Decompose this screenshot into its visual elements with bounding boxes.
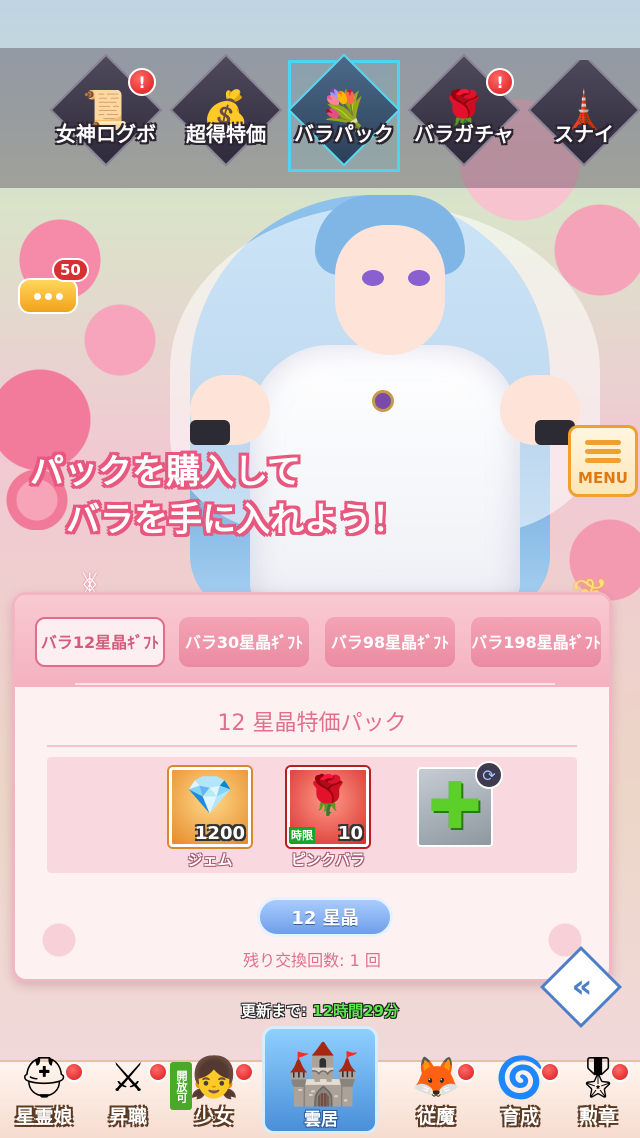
tab-rose-gacha[interactable]: 🌹 バラガチャ ! bbox=[407, 53, 521, 184]
chat-bubble-icon bbox=[18, 278, 78, 314]
character-eye-right bbox=[408, 270, 430, 286]
plus-icon: ✚ bbox=[428, 770, 482, 844]
portal-icon: 🌀 bbox=[495, 1055, 545, 1101]
pack-tab-98[interactable]: バラ98星晶ｷﾞﾌﾄ bbox=[325, 617, 455, 667]
character-brooch bbox=[372, 390, 394, 412]
nav-label: 勲章 bbox=[578, 1106, 617, 1128]
item-name: ジェム bbox=[187, 851, 233, 869]
nav-label: 昇職 bbox=[108, 1106, 147, 1128]
item-gem[interactable]: 💎 1200 ジェム bbox=[169, 767, 251, 869]
nav-promotion[interactable]: ⚔ 昇職 bbox=[90, 1044, 168, 1138]
promo-line-2: バラを手に入れよう！ bbox=[66, 500, 406, 540]
limited-time-tag: 時限 bbox=[289, 827, 315, 843]
chat-count-badge: 50 bbox=[52, 258, 89, 282]
fox-mask-icon: 🦊 bbox=[411, 1055, 461, 1101]
character-face bbox=[335, 225, 445, 355]
tab-label: バラパック bbox=[294, 122, 394, 146]
pink-rose-icon: 🌹 bbox=[304, 773, 352, 817]
remaining-exchanges: 残り交換回数: 1 回 bbox=[243, 951, 381, 970]
timer-value: 12時間29分 bbox=[312, 1002, 399, 1020]
alert-icon: ! bbox=[128, 68, 156, 96]
castle-icon: 🏰 bbox=[285, 1039, 361, 1109]
alert-icon bbox=[540, 1062, 560, 1082]
item-name: ピンクバラ bbox=[290, 851, 366, 869]
nav-familiar[interactable]: 🦊 従魔 bbox=[398, 1044, 476, 1138]
pack-panel: バラ12星晶ｷﾞﾌﾄ バラ30星晶ｷﾞﾌﾄ バラ98星晶ｷﾞﾌﾄ バラ198星晶… bbox=[12, 592, 612, 982]
tab-label: 超得特価 bbox=[186, 122, 266, 146]
nav-label: 星霊娘 bbox=[15, 1106, 73, 1128]
nav-label: 従魔 bbox=[416, 1106, 455, 1128]
nav-girl[interactable]: 👧 少女 bbox=[176, 1044, 254, 1138]
promo-banner: パックを購入して バラを手に入れよう！ bbox=[30, 448, 430, 544]
pack-tabs-header: バラ12星晶ｷﾞﾌﾄ バラ30星晶ｷﾞﾌﾄ バラ98星晶ｷﾞﾌﾄ バラ198星晶… bbox=[15, 595, 609, 687]
nav-medal[interactable]: 🎖 勲章 bbox=[560, 1044, 636, 1138]
nav-home-castle[interactable]: 🏰 雲居 bbox=[262, 1026, 378, 1134]
nav-label: 少女 bbox=[194, 1106, 233, 1128]
pack-tab-198[interactable]: バラ198星晶ｷﾞﾌﾄ bbox=[471, 617, 601, 667]
alert-icon bbox=[234, 1062, 254, 1082]
gem-icon: 💎 bbox=[186, 773, 234, 817]
character-glove-left bbox=[190, 420, 230, 445]
tab-label: スナイ bbox=[554, 122, 614, 146]
alert-icon bbox=[148, 1062, 168, 1082]
tab-sniper[interactable]: 🗼 スナイ bbox=[528, 60, 640, 184]
alert-icon: ! bbox=[486, 68, 514, 96]
tab-label: 女神ログボ bbox=[56, 122, 156, 146]
alert-icon bbox=[610, 1062, 630, 1082]
hamburger-icon bbox=[585, 436, 621, 467]
pack-items-row: 💎 1200 ジェム 🌹 時限 10 ピンクバラ ✚ ⟳ bbox=[47, 757, 577, 873]
tab-label: バラガチャ bbox=[414, 122, 514, 146]
tab-rose-pack[interactable]: 💐 バラパック bbox=[287, 53, 401, 184]
item-quantity: 10 bbox=[337, 823, 363, 844]
crossed-swords-icon: ⚔ bbox=[110, 1055, 146, 1101]
pack-tab-30[interactable]: バラ30星晶ｷﾞﾌﾄ bbox=[179, 617, 309, 667]
nav-training[interactable]: 🌀 育成 bbox=[482, 1044, 560, 1138]
timer-label: 更新まで: bbox=[241, 1002, 307, 1020]
pack-tab-12[interactable]: バラ12星晶ｷﾞﾌﾄ bbox=[35, 617, 165, 667]
item-pink-rose[interactable]: 🌹 時限 10 ピンクバラ bbox=[287, 767, 369, 869]
nav-label: 雲居 bbox=[304, 1110, 338, 1130]
pack-title: 12 星晶特価パック bbox=[217, 711, 407, 736]
refresh-timer: 更新まで: 12時間29分 bbox=[0, 1000, 640, 1021]
nav-spirit-girls[interactable]: ⛑ 星霊娘 bbox=[6, 1044, 84, 1138]
menu-label: MENU bbox=[578, 468, 628, 487]
girl-portrait-icon: 👧 bbox=[189, 1055, 239, 1101]
chat-button[interactable]: 50 bbox=[18, 258, 89, 316]
item-quantity: 1200 bbox=[194, 823, 245, 844]
tab-goddess-login-bonus[interactable]: 📜 女神ログボ ! bbox=[49, 53, 163, 184]
divider bbox=[47, 745, 577, 747]
alert-icon bbox=[456, 1062, 476, 1082]
menu-button[interactable]: MENU bbox=[568, 425, 638, 497]
swap-icon[interactable]: ⟳ bbox=[475, 761, 503, 789]
purchase-button[interactable]: 12 星晶 bbox=[257, 897, 393, 937]
promo-line-1: パックを購入して bbox=[30, 452, 301, 492]
alert-icon bbox=[64, 1062, 84, 1082]
knight-helmet-icon: ⛑ bbox=[18, 1055, 70, 1101]
tab-super-deal[interactable]: 💰 超得特価 bbox=[169, 53, 283, 184]
character-eye-left bbox=[362, 270, 384, 286]
